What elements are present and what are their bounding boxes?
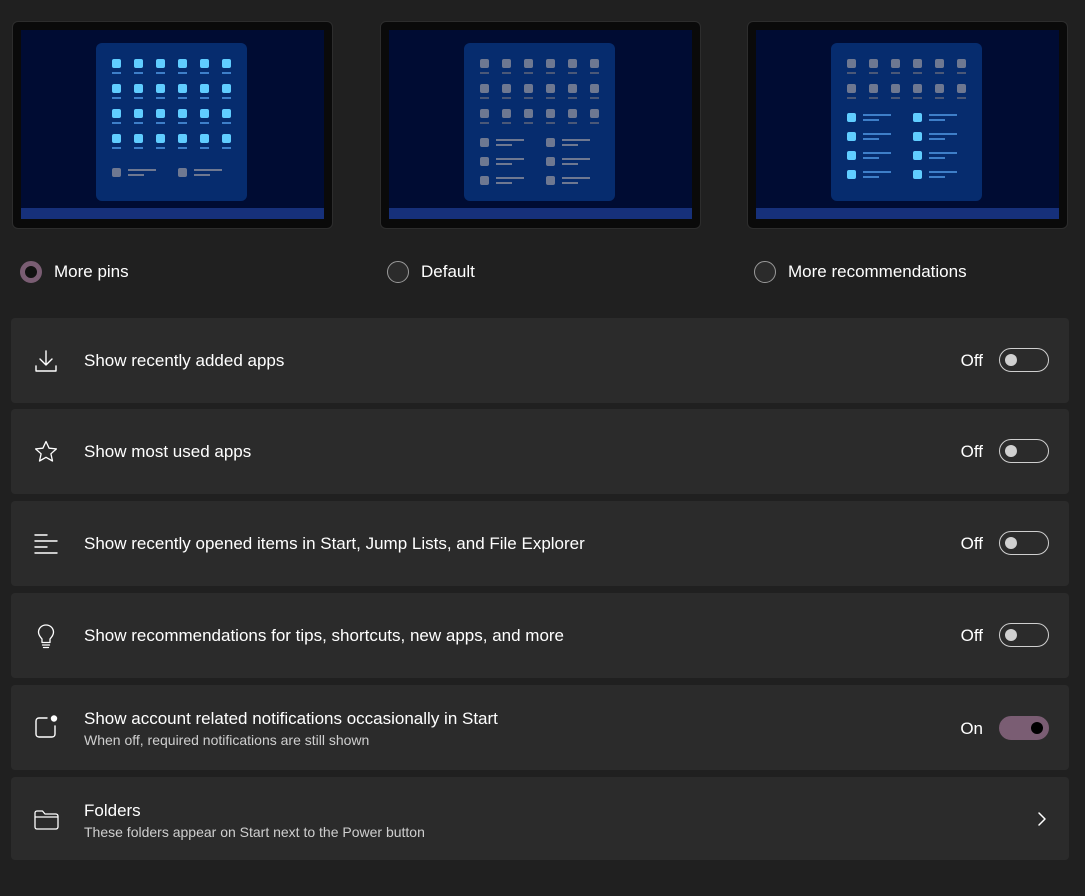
toggle-state-label: Off: [960, 442, 983, 461]
setting-title: Show recommendations for tips, shortcuts…: [84, 626, 565, 645]
preview-taskbar: [21, 208, 324, 219]
radio-more-recommendations[interactable]: More recommendations: [754, 258, 967, 286]
toggle-knob: [1005, 629, 1017, 641]
preview-screen: [21, 30, 324, 219]
radio-button[interactable]: [754, 261, 776, 283]
toggle-knob: [1005, 445, 1017, 457]
setting-title: Show account related notifications occas…: [84, 709, 498, 728]
recent-list-icon: [34, 534, 58, 554]
start-menu-preview-more-pins: [96, 43, 247, 201]
notification-badge-icon: [35, 715, 58, 738]
start-menu-preview-more-recommendations: [831, 43, 982, 201]
folder-icon: [34, 810, 59, 830]
radio-default[interactable]: Default: [387, 258, 475, 286]
setting-subtitle: When off, required notifications are sti…: [84, 732, 370, 748]
setting-title: Show recently opened items in Start, Jum…: [84, 534, 585, 553]
setting-title: Show recently added apps: [84, 351, 285, 370]
setting-recently-added-apps: Show recently added apps Off: [11, 318, 1069, 403]
layout-preview-more-pins[interactable]: [12, 21, 333, 229]
preview-screen: [389, 30, 692, 219]
radio-button[interactable]: [387, 261, 409, 283]
download-icon: [35, 350, 57, 372]
toggle-switch[interactable]: [999, 348, 1049, 372]
layout-preview-more-recommendations[interactable]: [747, 21, 1068, 229]
setting-subtitle: These folders appear on Start next to th…: [84, 824, 425, 840]
start-menu-preview-default: [464, 43, 615, 201]
preview-taskbar: [756, 208, 1059, 219]
preview-screen: [756, 30, 1059, 219]
setting-account-notifications: Show account related notifications occas…: [11, 685, 1069, 770]
toggle-state-label: Off: [960, 534, 983, 553]
star-icon: [34, 440, 58, 462]
toggle-switch[interactable]: [999, 531, 1049, 555]
setting-recommendations: Show recommendations for tips, shortcuts…: [11, 593, 1069, 678]
setting-most-used-apps: Show most used apps Off: [11, 409, 1069, 494]
radio-label: More pins: [54, 262, 129, 281]
toggle-state-label: Off: [960, 351, 983, 370]
setting-title: Folders: [84, 801, 141, 820]
toggle-switch[interactable]: [999, 439, 1049, 463]
chevron-right-icon[interactable]: [1037, 811, 1047, 827]
radio-more-pins[interactable]: More pins: [20, 258, 129, 286]
toggle-knob: [1005, 537, 1017, 549]
toggle-state-label: On: [960, 719, 983, 738]
lightbulb-icon: [37, 624, 55, 649]
toggle-knob: [1005, 354, 1017, 366]
setting-folders[interactable]: Folders These folders appear on Start ne…: [11, 777, 1069, 860]
toggle-state-label: Off: [960, 626, 983, 645]
toggle-switch[interactable]: [999, 623, 1049, 647]
radio-label: More recommendations: [788, 262, 967, 281]
setting-recently-opened-items: Show recently opened items in Start, Jum…: [11, 501, 1069, 586]
toggle-knob: [1031, 722, 1043, 734]
layout-preview-default[interactable]: [380, 21, 701, 229]
toggle-switch[interactable]: [999, 716, 1049, 740]
radio-button-checked[interactable]: [20, 261, 42, 283]
setting-title: Show most used apps: [84, 442, 252, 461]
radio-label: Default: [421, 262, 475, 281]
preview-taskbar: [389, 208, 692, 219]
